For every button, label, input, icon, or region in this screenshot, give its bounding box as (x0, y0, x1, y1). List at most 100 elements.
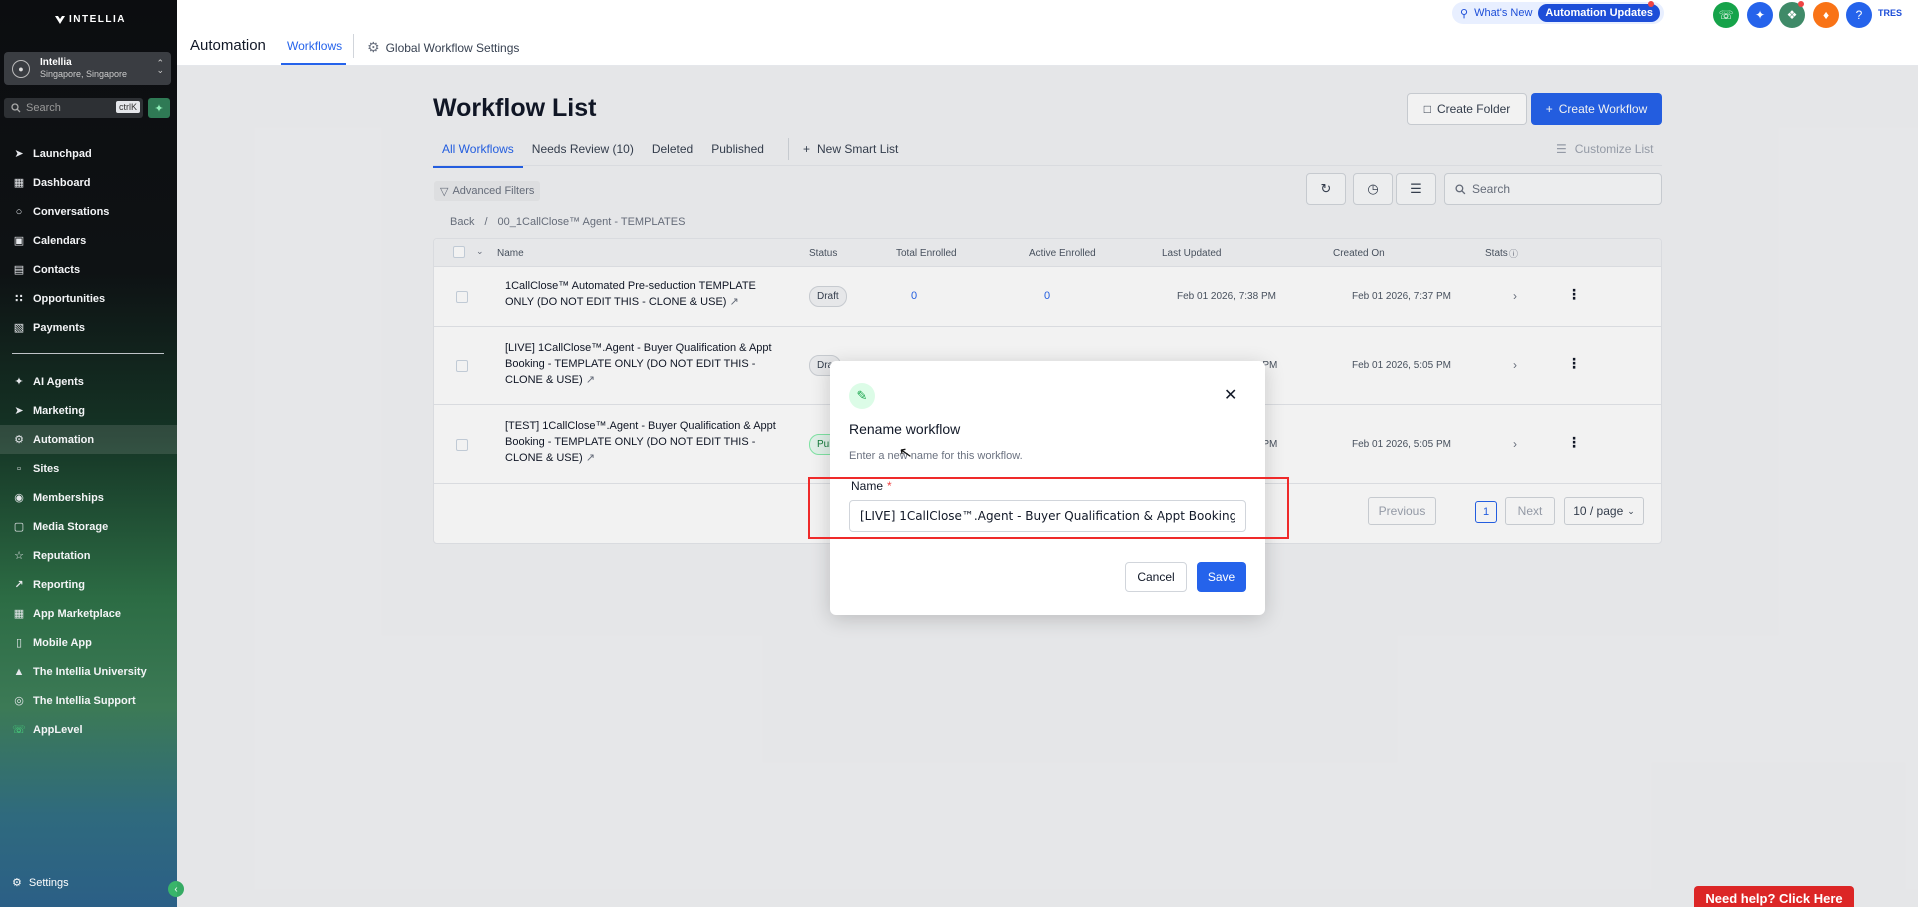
user-menu[interactable]: TRES (1878, 8, 1902, 18)
phone-button[interactable]: ☏ (1713, 2, 1739, 28)
notification-dot (1798, 1, 1804, 7)
rocket-icon: ➤ (14, 148, 24, 160)
account-avatar-icon: ● (12, 59, 30, 78)
sidebar-item-label: App Marketplace (33, 607, 122, 620)
tab-workflows[interactable]: Workflows (287, 39, 342, 53)
sidebar-item-label: Conversations (33, 205, 110, 218)
star-icon: ☆ (14, 550, 24, 562)
sidebar-item-label: Reporting (33, 578, 85, 591)
search-icon (11, 103, 21, 113)
account-location: Singapore, Singapore (40, 69, 128, 79)
megaphone-icon: ⚲ (1460, 7, 1469, 20)
sidebar-item-dashboard[interactable]: ▦ Dashboard (0, 168, 177, 197)
sidebar-item-ai-agents[interactable]: ✦ AI Agents (0, 367, 177, 396)
sidebar-nav-top: ➤ Launchpad ▦ Dashboard ○ Conversations ▣ Calen… (0, 139, 177, 342)
sidebar-item-label: Mobile App (33, 636, 92, 649)
sidebar-search-placeholder: Search (26, 102, 61, 114)
payments-icon: ▧ (13, 322, 25, 334)
support-icon: ◎ (14, 695, 24, 707)
sidebar-item-media-storage[interactable]: ▢ Media Storage (0, 512, 177, 541)
brand-logo[interactable]: INTELLIA (55, 14, 126, 25)
sidebar-item-label: The Intellia Support (33, 694, 136, 707)
sidebar-divider (12, 353, 164, 354)
sidebar-item-app-marketplace[interactable]: ▦ App Marketplace (0, 599, 177, 628)
sidebar-search-input[interactable]: Search ctrlK (4, 98, 143, 118)
lightning-icon: ✦ (154, 102, 164, 115)
mobile-icon: ▯ (15, 637, 23, 649)
megaphone-icon: ❖ (1786, 8, 1798, 22)
tab-global-workflow-settings[interactable]: ⚙ Global Workflow Settings (367, 39, 519, 56)
sidebar-item-label: Calendars (33, 234, 87, 247)
account-name: Intellia (40, 57, 72, 68)
sidebar-item-label: The Intellia University (33, 665, 147, 678)
sidebar-item-reputation[interactable]: ☆ Reputation (0, 541, 177, 570)
sites-icon: ▫ (17, 462, 21, 475)
sidebar-item-calendars[interactable]: ▣ Calendars (0, 226, 177, 255)
memberships-icon: ◉ (14, 492, 24, 504)
sidebar-item-marketing[interactable]: ➤ Marketing (0, 396, 177, 425)
tab-active-indicator (281, 63, 346, 65)
sidebar-item-launchpad[interactable]: ➤ Launchpad (0, 139, 177, 168)
magic-wand-icon: ✦ (1754, 8, 1766, 22)
cancel-button[interactable]: Cancel (1125, 562, 1187, 592)
sparkle-icon: ✦ (14, 376, 24, 388)
sidebar-item-label: Payments (33, 321, 85, 334)
close-icon[interactable]: ✕ (1224, 385, 1237, 405)
whats-new-pill[interactable]: ⚲ What's New Automation Updates (1452, 2, 1664, 24)
sidebar-item-mobile-app[interactable]: ▯ Mobile App (0, 628, 177, 657)
save-button[interactable]: Save (1197, 562, 1246, 592)
sidebar-item-label: Opportunities (33, 292, 106, 305)
notification-dot (1648, 1, 1654, 7)
notifications-button[interactable]: ♦ (1813, 2, 1839, 28)
section-title: Automation (190, 37, 266, 54)
modal-title: Rename workflow (849, 421, 961, 437)
sidebar-item-label: AI Agents (33, 375, 84, 388)
sidebar: INTELLIA ● Intellia Singapore, Singapore… (0, 0, 184, 907)
phone-icon: ☏ (1718, 8, 1734, 22)
logo-mark-icon (55, 15, 65, 24)
whatsapp-icon: ☏ (12, 724, 26, 736)
sidebar-item-opportunities[interactable]: ∷ Opportunities (0, 284, 177, 313)
grid-icon: ▦ (13, 177, 25, 189)
sidebar-item-applevel[interactable]: ☏ AppLevel (0, 715, 177, 744)
sidebar-item-automation[interactable]: ⚙ Automation (0, 425, 177, 454)
settings-label: Settings (28, 876, 69, 889)
annotation-highlight-box (808, 477, 1289, 539)
sidebar-item-the-intellia-support[interactable]: ◎ The Intellia Support (0, 686, 177, 715)
graduation-icon: ▲ (13, 665, 25, 678)
rename-icon: ✎ (849, 383, 875, 409)
sidebar-item-settings[interactable]: ⚙ Settings (12, 876, 69, 890)
sidebar-item-the-intellia-university[interactable]: ▲ The Intellia University (0, 657, 177, 686)
help-button[interactable]: ? (1846, 2, 1872, 28)
quick-action-button[interactable]: ✦ (148, 98, 170, 118)
search-shortcut-badge: ctrlK (116, 101, 140, 113)
gear-icon: ⚙ (367, 39, 380, 55)
automation-updates-badge[interactable]: Automation Updates (1538, 4, 1660, 22)
sidebar-item-conversations[interactable]: ○ Conversations (0, 197, 177, 226)
sidebar-item-memberships[interactable]: ◉ Memberships (0, 483, 177, 512)
sidebar-item-label: Sites (33, 462, 60, 475)
sidebar-item-label: Marketing (33, 404, 85, 417)
tools-button[interactable]: ✦ (1747, 2, 1773, 28)
gear-icon: ⚙ (12, 877, 22, 889)
modal-subtitle: Enter a new name for this workflow. (849, 450, 1023, 462)
sidebar-item-reporting[interactable]: ↗ Reporting (0, 570, 177, 599)
calendar-icon: ▣ (13, 235, 25, 247)
chevron-up-down-icon: ⌃ ⌄ (156, 58, 164, 75)
whats-new-label: What's New (1474, 7, 1533, 19)
pipeline-icon: ∷ (15, 293, 23, 305)
sidebar-item-contacts[interactable]: ▤ Contacts (0, 255, 177, 284)
sidebar-item-label: Media Storage (33, 520, 109, 533)
chart-line-icon: ↗ (14, 579, 24, 591)
sidebar-item-payments[interactable]: ▧ Payments (0, 313, 177, 342)
sidebar-item-label: Contacts (33, 263, 81, 276)
need-help-button[interactable]: Need help? Click Here (1694, 886, 1854, 907)
account-switcher[interactable]: ● Intellia Singapore, Singapore ⌃ ⌄ (4, 52, 171, 85)
brand-name: INTELLIA (69, 14, 126, 25)
global-settings-label: Global Workflow Settings (385, 40, 520, 55)
chat-icon: ○ (15, 205, 23, 218)
topbar-divider (353, 34, 354, 58)
sidebar-item-label: Reputation (33, 549, 91, 562)
media-icon: ▢ (13, 521, 25, 533)
sidebar-item-sites[interactable]: ▫ Sites (0, 454, 177, 483)
